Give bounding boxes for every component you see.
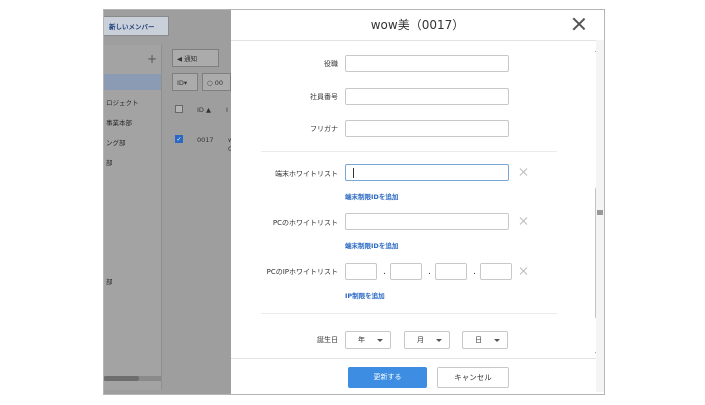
- birth-day-value: 日: [475, 336, 482, 344]
- clear-icon[interactable]: [519, 168, 527, 176]
- dialog-footer: 更新する キャンセル: [231, 358, 604, 394]
- megaphone-icon: ◀: [177, 55, 182, 63]
- furigana-input[interactable]: [345, 120, 509, 137]
- sidebar-item[interactable]: ロジェクト: [106, 97, 139, 107]
- title-label: 役職: [324, 60, 338, 68]
- notify-label: 通知: [184, 55, 198, 63]
- sidebar-item[interactable]: 部: [106, 157, 113, 167]
- background-app: 新しいメンバー + ロジェクト 事業本部 ング部 部 部 ◀ 通知 ID▾ ○ …: [104, 10, 233, 394]
- id-filter-select[interactable]: ID▾: [172, 73, 198, 91]
- device-whitelist-label: 端末ホワイトリスト: [275, 170, 338, 178]
- search-input[interactable]: ○ 00: [202, 73, 231, 91]
- table-header-id[interactable]: ID ▲: [197, 106, 211, 114]
- add-pc-restriction-link[interactable]: 端末制限IDを追加: [345, 240, 398, 250]
- pc-ip-whitelist-label: PCのIPホワイトリスト: [266, 268, 338, 276]
- sidebar-item[interactable]: 事業本部: [106, 117, 132, 127]
- birth-month-select[interactable]: 月: [404, 331, 450, 349]
- row-checkbox[interactable]: ✓: [175, 135, 183, 143]
- clear-icon[interactable]: [519, 217, 527, 225]
- ip-separator: .: [428, 267, 431, 277]
- notify-button[interactable]: ◀ 通知: [172, 49, 219, 67]
- pc-whitelist-input[interactable]: [345, 213, 509, 230]
- search-value: 00: [214, 79, 224, 87]
- ip-separator: .: [383, 267, 386, 277]
- ip-octet-input[interactable]: [390, 263, 422, 280]
- select-all-checkbox[interactable]: [175, 105, 183, 113]
- add-device-restriction-link[interactable]: 端末制限IDを追加: [345, 191, 398, 201]
- ip-octet-input[interactable]: [480, 263, 512, 280]
- update-button[interactable]: 更新する: [348, 367, 427, 388]
- birth-year-select[interactable]: 年: [345, 331, 391, 349]
- window-scrollbar-thumb[interactable]: [597, 210, 603, 215]
- sidebar-scrollbar-thumb[interactable]: [104, 376, 139, 381]
- window-scrollbar[interactable]: [596, 40, 604, 392]
- birth-month-value: 月: [417, 336, 424, 344]
- app-window: 新しいメンバー + ロジェクト 事業本部 ング部 部 部 ◀ 通知 ID▾ ○ …: [103, 9, 605, 395]
- chevron-down-icon: [436, 339, 442, 342]
- table-header[interactable]: I: [226, 106, 228, 114]
- device-whitelist-input[interactable]: [345, 164, 509, 181]
- furigana-label: フリガナ: [310, 125, 338, 133]
- divider: [261, 313, 557, 314]
- clear-icon[interactable]: [519, 267, 527, 275]
- sidebar-item[interactable]: ング部: [106, 137, 126, 147]
- chevron-down-icon: [377, 339, 383, 342]
- new-member-button[interactable]: 新しいメンバー: [104, 16, 169, 36]
- pc-whitelist-label: PCのホワイトリスト: [272, 219, 338, 227]
- birth-day-select[interactable]: 日: [462, 331, 508, 349]
- dialog-title: wow美（0017）: [231, 10, 604, 41]
- edit-member-dialog: wow美（0017） 役職 社員番号 フリガナ 端末ホワイトリスト 端末制限ID…: [231, 10, 604, 394]
- close-icon[interactable]: [572, 17, 586, 31]
- ip-separator: .: [473, 267, 476, 277]
- dialog-body: 役職 社員番号 フリガナ 端末ホワイトリスト 端末制限IDを追加 PCのホワイト…: [231, 41, 592, 357]
- chevron-down-icon: [494, 339, 500, 342]
- birthday-label: 誕生日: [317, 336, 338, 344]
- divider: [261, 151, 557, 152]
- add-ip-restriction-link[interactable]: IP制限を追加: [345, 290, 385, 300]
- employee-number-input[interactable]: [345, 88, 509, 105]
- sidebar-selected-row[interactable]: [104, 74, 161, 90]
- ip-octet-input[interactable]: [435, 263, 467, 280]
- add-icon[interactable]: +: [147, 52, 157, 66]
- text-caret: [353, 168, 354, 178]
- search-icon: ○: [207, 79, 213, 87]
- employee-number-label: 社員番号: [310, 93, 338, 101]
- cancel-button[interactable]: キャンセル: [437, 367, 509, 388]
- table-cell-id: 0017: [197, 136, 214, 144]
- birth-year-value: 年: [358, 336, 365, 344]
- title-input[interactable]: [345, 55, 509, 72]
- ip-octet-input[interactable]: [345, 263, 377, 280]
- sidebar-item[interactable]: 部: [106, 276, 113, 286]
